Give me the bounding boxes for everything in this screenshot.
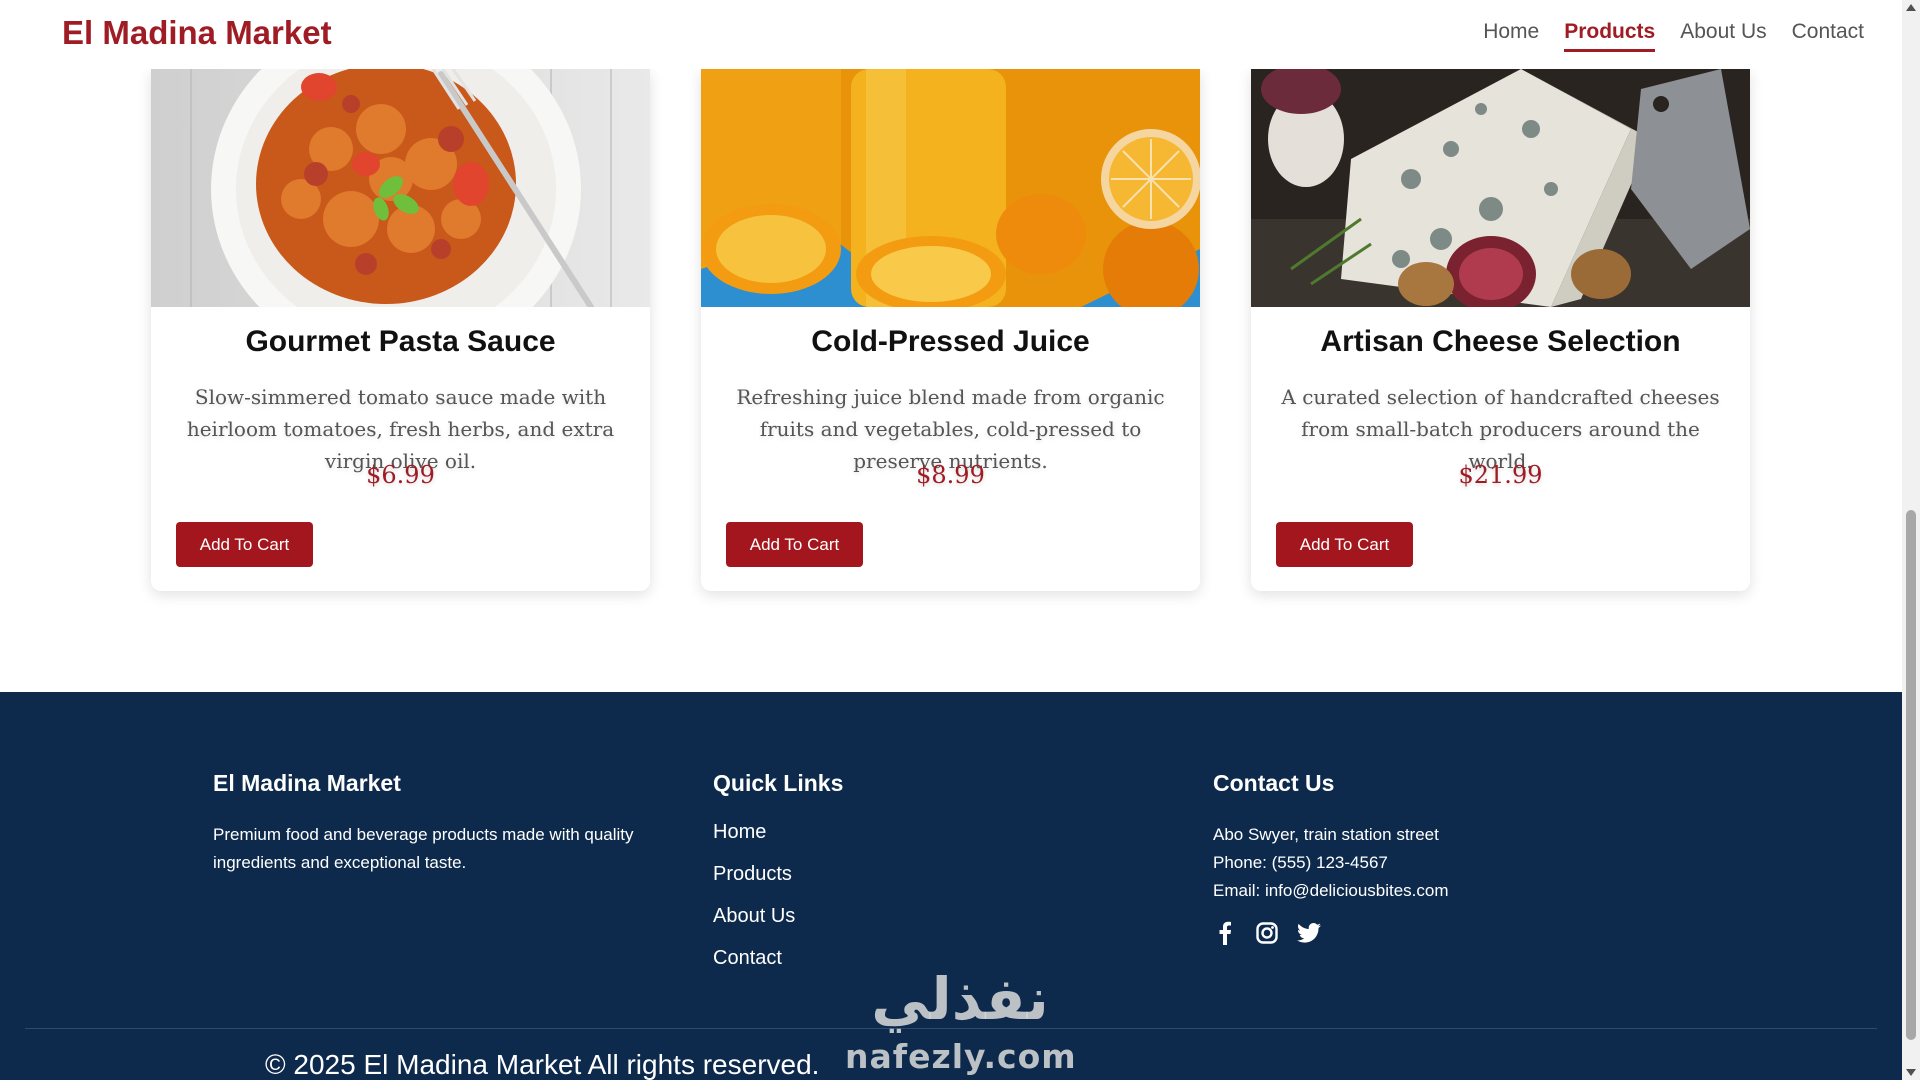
footer-link-home[interactable]: Home [713,811,1013,853]
product-card: Gourmet Pasta Sauce Slow-simmered tomato… [151,69,650,591]
footer-brand-heading: El Madina Market [213,770,401,796]
footer-about-text: Premium food and beverage products made … [213,825,634,872]
product-title: Gourmet Pasta Sauce [245,325,556,358]
nav-home[interactable]: Home [1483,20,1539,52]
contact-email: Email: info@deliciousbites.com [1213,881,1449,900]
watermark-arabic: نفذلي [871,965,1049,1033]
scroll-up-arrow-icon[interactable] [1906,4,1916,11]
instagram-icon[interactable] [1255,921,1279,945]
pasta-plate-image [151,69,650,307]
product-price: $6.99 [366,461,435,489]
watermark-url: nafezly.com [845,1037,1077,1076]
orange-juice-image [701,69,1200,307]
nav-products[interactable]: Products [1564,20,1656,52]
quick-links-heading: Quick Links [713,770,844,796]
contact-heading: Contact Us [1213,770,1335,796]
product-card: Artisan Cheese Selection A curated selec… [1251,69,1750,591]
site-header: El Madina Market Home Products About Us … [0,0,1902,69]
product-grid: Gourmet Pasta Sauce Slow-simmered tomato… [151,69,1753,591]
add-to-cart-button[interactable]: Add To Cart [726,522,863,567]
facebook-icon[interactable] [1213,921,1237,945]
product-title: Artisan Cheese Selection [1320,325,1681,358]
twitter-icon[interactable] [1297,921,1321,945]
footer-quick-links: Quick Links Home Products About Us Conta… [713,770,1013,979]
scroll-down-arrow-icon[interactable] [1906,1069,1916,1076]
nav-contact[interactable]: Contact [1792,20,1864,52]
product-price: $8.99 [916,461,985,489]
add-to-cart-button[interactable]: Add To Cart [1276,522,1413,567]
footer-link-products[interactable]: Products [713,853,1013,895]
product-title: Cold-Pressed Juice [811,325,1090,358]
social-links [1213,921,1613,945]
footer-link-about[interactable]: About Us [713,895,1013,937]
scrollbar-thumb[interactable] [1906,510,1916,1040]
site-logo[interactable]: El Madina Market [62,14,332,52]
product-price: $21.99 [1458,461,1543,489]
contact-address: Abo Swyer, train station street [1213,825,1439,844]
cheese-board-image [1251,69,1750,307]
vertical-scrollbar[interactable] [1902,0,1920,1080]
footer-contact: Contact Us Abo Swyer, train station stre… [1213,770,1613,945]
product-card: Cold-Pressed Juice Refreshing juice blen… [701,69,1200,591]
add-to-cart-button[interactable]: Add To Cart [176,522,313,567]
footer-about: El Madina Market Premium food and bevera… [213,770,663,877]
contact-phone: Phone: (555) 123-4567 [1213,853,1388,872]
copyright-text: © 2025 El Madina Market All rights reser… [265,1049,820,1080]
watermark-logo: نفذلي nafezly.com [845,965,1077,1080]
main-nav: Home Products About Us Contact [1483,20,1864,52]
nav-about[interactable]: About Us [1680,20,1766,52]
